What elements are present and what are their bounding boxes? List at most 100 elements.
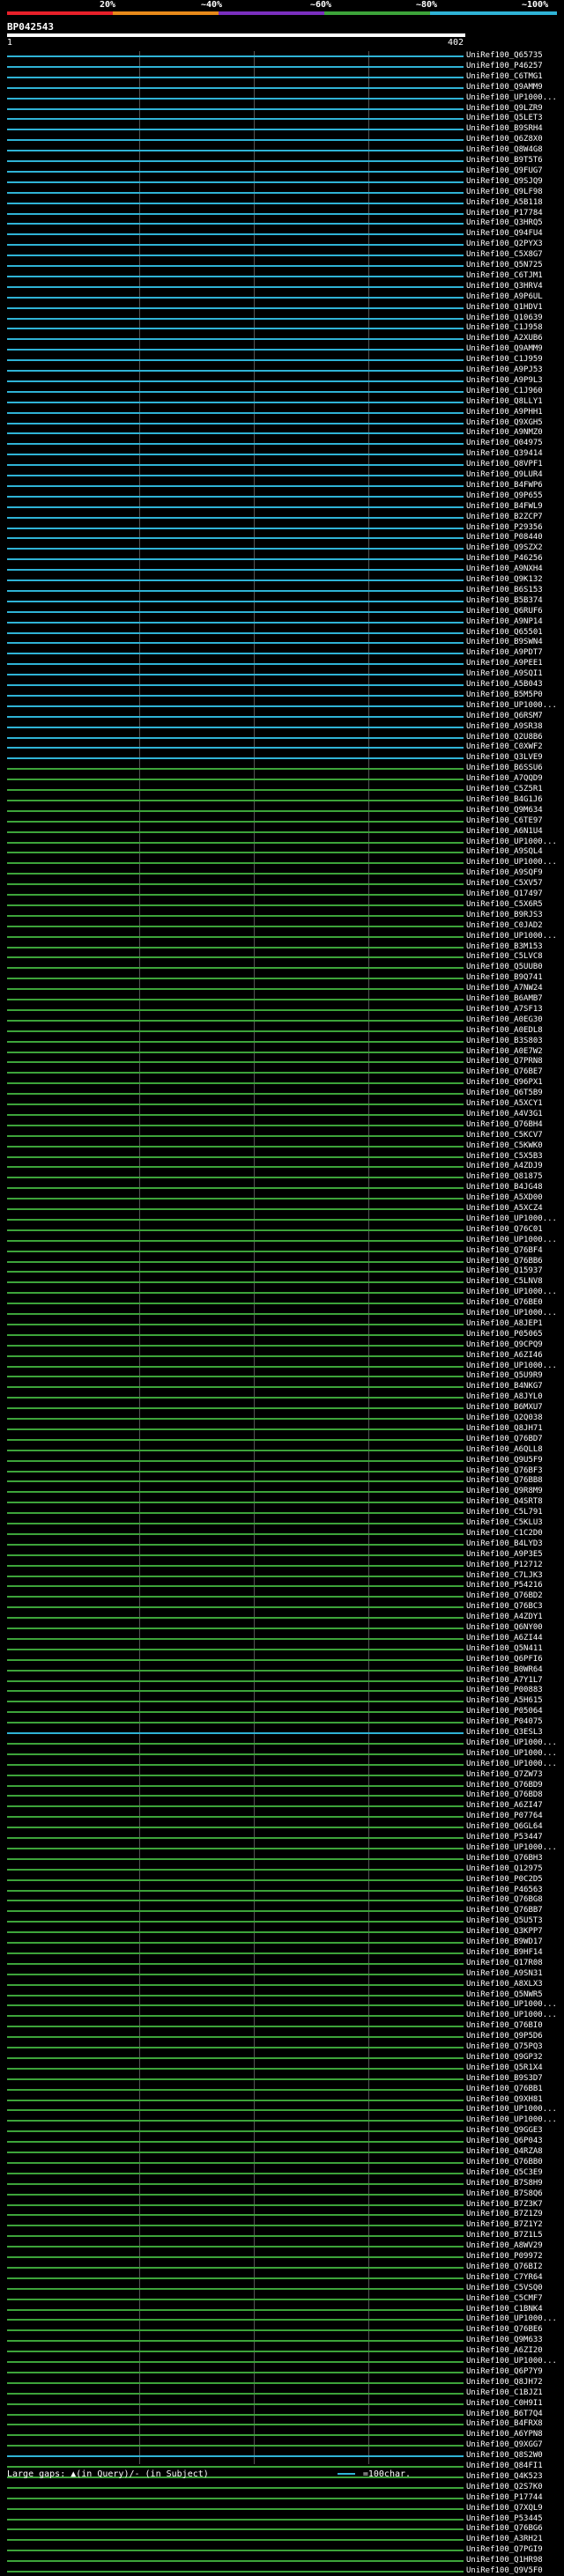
hit-label[interactable]: UniRef100_A8JYL0 <box>466 1392 543 1402</box>
hit-label[interactable]: UniRef100_Q17497 <box>466 889 543 899</box>
hit-label[interactable]: UniRef100_UP1000... <box>466 858 557 867</box>
hit-label[interactable]: UniRef100_Q76BH3 <box>466 1854 543 1864</box>
hit-label[interactable]: UniRef100_A9P6UL <box>466 292 543 302</box>
hit-row[interactable]: UniRef100_C1BNK4 <box>0 2305 564 2314</box>
hit-label[interactable]: UniRef100_Q2PYX3 <box>466 240 543 249</box>
hit-label[interactable]: UniRef100_Q6PFI6 <box>466 1655 543 1664</box>
hit-row[interactable]: UniRef100_P0C2D5 <box>0 1875 564 1885</box>
hit-label[interactable]: UniRef100_Q6P7Y9 <box>466 2367 543 2377</box>
hit-row[interactable]: UniRef100_A5B118 <box>0 198 564 208</box>
hit-row[interactable]: UniRef100_Q76BF4 <box>0 1246 564 1256</box>
hit-label[interactable]: UniRef100_Q75PQ3 <box>466 2042 543 2052</box>
hit-row[interactable]: UniRef100_A9NXH4 <box>0 565 564 574</box>
hit-label[interactable]: UniRef100_A9P3E5 <box>466 1550 543 1560</box>
hit-label[interactable]: UniRef100_Q9CPQ9 <box>466 1340 543 1350</box>
hit-row[interactable]: UniRef100_P17784 <box>0 209 564 218</box>
hit-label[interactable]: UniRef100_P05064 <box>466 1707 543 1716</box>
hit-label[interactable]: UniRef100_B4FWL9 <box>466 502 543 512</box>
hit-row[interactable]: UniRef100_C1J958 <box>0 323 564 333</box>
hit-label[interactable]: UniRef100_A9SQI1 <box>466 669 543 679</box>
hit-row[interactable]: UniRef100_P07764 <box>0 1812 564 1821</box>
hit-row[interactable]: UniRef100_Q39414 <box>0 449 564 459</box>
hit-row[interactable]: UniRef100_Q6RUF6 <box>0 607 564 616</box>
hit-label[interactable]: UniRef100_C5Z5R1 <box>466 785 543 794</box>
hit-label[interactable]: UniRef100_Q7PGI9 <box>466 2545 543 2555</box>
hit-row[interactable]: UniRef100_UP1000... <box>0 1738 564 1748</box>
hit-label[interactable]: UniRef100_Q76C01 <box>466 1225 543 1235</box>
hit-row[interactable]: UniRef100_C1J959 <box>0 355 564 365</box>
hit-row[interactable]: UniRef100_A5XCZ4 <box>0 1204 564 1214</box>
hit-label[interactable]: UniRef100_P0C2D5 <box>466 1875 543 1885</box>
hit-row[interactable]: UniRef100_Q76BG8 <box>0 1895 564 1905</box>
hit-label[interactable]: UniRef100_Q6NY00 <box>466 1623 543 1633</box>
hit-label[interactable]: UniRef100_UP1000... <box>466 1362 557 1371</box>
hit-label[interactable]: UniRef100_B7S8H9 <box>466 2179 543 2188</box>
hit-row[interactable]: UniRef100_Q76BI0 <box>0 2021 564 2031</box>
hit-row[interactable]: UniRef100_C5VSQ0 <box>0 2284 564 2293</box>
hit-label[interactable]: UniRef100_A6ZI20 <box>466 2346 543 2356</box>
hit-row[interactable]: UniRef100_Q9XGG7 <box>0 2440 564 2450</box>
hit-label[interactable]: UniRef100_Q81875 <box>466 1172 543 1182</box>
hit-row[interactable]: UniRef100_Q76BE6 <box>0 2325 564 2335</box>
hit-label[interactable]: UniRef100_P17784 <box>466 209 543 218</box>
hit-label[interactable]: UniRef100_Q9SJQ9 <box>466 177 543 187</box>
hit-row[interactable]: UniRef100_A2XUB6 <box>0 334 564 343</box>
hit-label[interactable]: UniRef100_Q6T5B9 <box>466 1089 543 1098</box>
hit-label[interactable]: UniRef100_Q8W4G8 <box>466 145 543 155</box>
hit-label[interactable]: UniRef100_A4ZDJ9 <box>466 1162 543 1171</box>
hit-label[interactable]: UniRef100_P12712 <box>466 1561 543 1570</box>
hit-label[interactable]: UniRef100_Q5N725 <box>466 261 543 270</box>
hit-row[interactable]: UniRef100_Q6PFI6 <box>0 1655 564 1664</box>
hit-label[interactable]: UniRef100_C5VSQ0 <box>466 2284 543 2293</box>
hit-row[interactable]: UniRef100_C5X6R5 <box>0 900 564 910</box>
hit-row[interactable]: UniRef100_UP1000... <box>0 2011 564 2020</box>
hit-row[interactable]: UniRef100_Q6Z8X0 <box>0 135 564 144</box>
hit-label[interactable]: UniRef100_Q76BE6 <box>466 2325 543 2335</box>
hit-row[interactable]: UniRef100_A6ZI46 <box>0 1351 564 1361</box>
hit-row[interactable]: UniRef100_Q9AMM9 <box>0 344 564 354</box>
hit-row[interactable]: UniRef100_P53445 <box>0 2514 564 2524</box>
hit-row[interactable]: UniRef100_A9NMZ0 <box>0 428 564 438</box>
hit-label[interactable]: UniRef100_Q4RZA8 <box>466 2147 543 2157</box>
hit-row[interactable]: UniRef100_Q3ESL3 <box>0 1728 564 1738</box>
hit-row[interactable]: UniRef100_A6QLL8 <box>0 1445 564 1455</box>
hit-row[interactable]: UniRef100_Q4RZA8 <box>0 2147 564 2157</box>
hit-row[interactable]: UniRef100_Q3LVE9 <box>0 753 564 763</box>
hit-row[interactable]: UniRef100_B6T7Q4 <box>0 2410 564 2419</box>
hit-row[interactable]: UniRef100_Q7PGI9 <box>0 2545 564 2555</box>
hit-row[interactable]: UniRef100_B4FWP6 <box>0 481 564 491</box>
hit-label[interactable]: UniRef100_Q6GL64 <box>466 1822 543 1832</box>
hit-row[interactable]: UniRef100_A7SF13 <box>0 1005 564 1015</box>
hit-row[interactable]: UniRef100_Q3HRV4 <box>0 282 564 292</box>
hit-label[interactable]: UniRef100_Q5C3E9 <box>466 2168 543 2178</box>
hit-label[interactable]: UniRef100_UP1000... <box>466 2000 557 2010</box>
hit-row[interactable]: UniRef100_Q9XH81 <box>0 2095 564 2105</box>
hit-label[interactable]: UniRef100_B9SRH4 <box>466 124 543 134</box>
hit-label[interactable]: UniRef100_UP1000... <box>466 932 557 941</box>
hit-row[interactable]: UniRef100_UP1000... <box>0 93 564 103</box>
hit-label[interactable]: UniRef100_B4LYD3 <box>466 1539 543 1549</box>
hit-label[interactable]: UniRef100_UP1000... <box>466 1214 557 1224</box>
hit-row[interactable]: UniRef100_B0WR64 <box>0 1665 564 1675</box>
hit-row[interactable]: UniRef100_Q9M634 <box>0 806 564 816</box>
hit-label[interactable]: UniRef100_C1BJZ1 <box>466 2388 543 2398</box>
hit-label[interactable]: UniRef100_C1BNK4 <box>466 2305 543 2314</box>
hit-row[interactable]: UniRef100_UP1000... <box>0 2105 564 2115</box>
hit-label[interactable]: UniRef100_UP1000... <box>466 2357 557 2366</box>
hit-row[interactable]: UniRef100_Q6NY00 <box>0 1623 564 1633</box>
hit-label[interactable]: UniRef100_Q9U5F9 <box>466 1456 543 1465</box>
hit-row[interactable]: UniRef100_Q5C3E9 <box>0 2168 564 2178</box>
hit-row[interactable]: UniRef100_Q75PQ3 <box>0 2042 564 2052</box>
hit-row[interactable]: UniRef100_A6ZI47 <box>0 1801 564 1811</box>
hit-label[interactable]: UniRef100_Q9FUG7 <box>466 166 543 176</box>
hit-label[interactable]: UniRef100_C5KCV7 <box>466 1131 543 1140</box>
hit-row[interactable]: UniRef100_B6SSU6 <box>0 764 564 773</box>
hit-row[interactable]: UniRef100_A9SQL4 <box>0 847 564 857</box>
hit-label[interactable]: UniRef100_Q9GGE3 <box>466 2126 543 2136</box>
hit-label[interactable]: UniRef100_B7S8Q6 <box>466 2189 543 2199</box>
hit-label[interactable]: UniRef100_Q3ESL3 <box>466 1728 543 1738</box>
hit-label[interactable]: UniRef100_B7Z1Y2 <box>466 2220 543 2230</box>
hit-row[interactable]: UniRef100_A6ZI44 <box>0 1634 564 1643</box>
hit-label[interactable]: UniRef100_A5XCZ4 <box>466 1204 543 1214</box>
hit-row[interactable]: UniRef100_UP1000... <box>0 2357 564 2366</box>
